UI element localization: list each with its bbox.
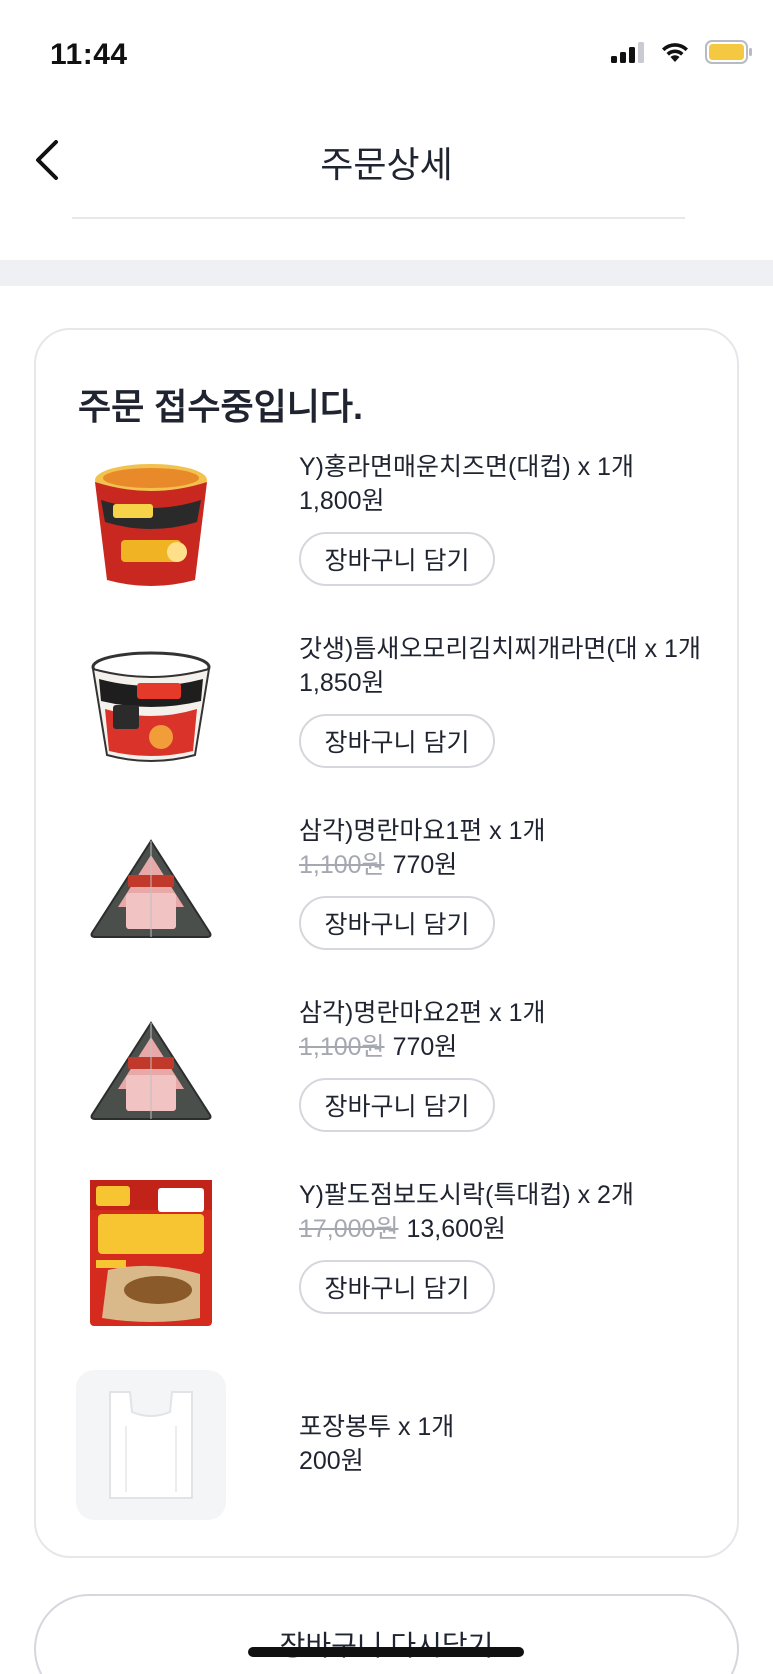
item-info: 삼각)명란마요2편 x 1개 1,100원 770원 장바구니 담기 (299, 996, 719, 1132)
item-original-price: 1,100원 (299, 1033, 385, 1061)
item-price-row: 1,800원 (299, 484, 719, 518)
product-image-triangle-kimbap (76, 996, 226, 1146)
item-original-price: 17,000원 (299, 1215, 399, 1243)
item-price: 200원 (299, 1447, 364, 1475)
item-name: 삼각)명란마요2편 x 1개 (299, 999, 546, 1027)
item-price: 1,850원 (299, 669, 385, 697)
product-image-kimchi-ramen (76, 632, 226, 782)
order-item: 삼각)명란마요1편 x 1개 1,100원 770원 장바구니 담기 (76, 814, 716, 974)
item-price: 770원 (392, 851, 458, 879)
order-item: 삼각)명란마요2편 x 1개 1,100원 770원 장바구니 담기 (76, 996, 716, 1156)
order-card: 주문 접수중입니다. Y)홍라면매운치즈면(대컵) x 1개 1,800원 장바… (34, 328, 739, 1558)
item-price-row: 200원 (299, 1444, 719, 1478)
order-item: 포장봉투 x 1개 200원 (76, 1370, 716, 1530)
item-name: Y)팔도점보도시락(특대컵) x 2개 (299, 1181, 634, 1209)
recart-button[interactable]: 장바구니 다시담기 (34, 1594, 739, 1674)
item-info: Y)팔도점보도시락(특대컵) x 2개 17,000원 13,600원 장바구니 … (299, 1178, 719, 1314)
item-price: 770원 (392, 1033, 458, 1061)
item-info: 포장봉투 x 1개 200원 (299, 1410, 719, 1478)
product-image-triangle-kimbap (76, 814, 226, 964)
page-title: 주문상세 (320, 144, 453, 185)
item-info: Y)홍라면매운치즈면(대컵) x 1개 1,800원 장바구니 담기 (299, 450, 719, 586)
cellular-signal-icon (611, 42, 644, 63)
status-bar: 11:44 (0, 0, 773, 100)
item-price: 1,800원 (299, 487, 385, 515)
item-price-row: 1,100원 770원 (299, 848, 719, 882)
battery-icon (705, 40, 752, 64)
wifi-icon (662, 43, 688, 62)
item-price-row: 17,000원 13,600원 (299, 1212, 719, 1246)
add-to-cart-button[interactable]: 장바구니 담기 (299, 1078, 495, 1132)
order-item: Y)팔도점보도시락(특대컵) x 2개 17,000원 13,600원 장바구니 … (76, 1178, 716, 1338)
header-divider (72, 217, 685, 219)
item-info: 삼각)명란마요1편 x 1개 1,100원 770원 장바구니 담기 (299, 814, 719, 950)
item-original-price: 1,100원 (299, 851, 385, 879)
item-info: 갓생)틈새오모리김치찌개라면(대 x 1개 1,850원 장바구니 담기 (299, 632, 719, 768)
add-to-cart-button[interactable]: 장바구니 담기 (299, 532, 495, 586)
item-price-row: 1,850원 (299, 666, 719, 700)
product-image-plastic-bag (76, 1370, 226, 1520)
product-image-jumbo-dosirak (76, 1178, 226, 1328)
order-item: Y)홍라면매운치즈면(대컵) x 1개 1,800원 장바구니 담기 (76, 450, 716, 610)
item-name: 포장봉투 x 1개 (299, 1413, 455, 1441)
item-name: 삼각)명란마요1편 x 1개 (299, 817, 546, 845)
item-name: 갓생)틈새오모리김치찌개라면(대 x 1개 (299, 635, 701, 663)
add-to-cart-button[interactable]: 장바구니 담기 (299, 1260, 495, 1314)
item-price-row: 1,100원 770원 (299, 1030, 719, 1064)
product-image-spicy-cheese-ramen (76, 450, 226, 600)
add-to-cart-button[interactable]: 장바구니 담기 (299, 714, 495, 768)
item-price: 13,600원 (406, 1215, 506, 1243)
add-to-cart-button[interactable]: 장바구니 담기 (299, 896, 495, 950)
order-status-title: 주문 접수중입니다. (78, 386, 363, 427)
section-separator (0, 260, 773, 286)
order-item: 갓생)틈새오모리김치찌개라면(대 x 1개 1,850원 장바구니 담기 (76, 632, 716, 792)
header: 주문상세 (0, 110, 773, 220)
status-icons (611, 40, 753, 64)
item-name: Y)홍라면매운치즈면(대컵) x 1개 (299, 453, 634, 481)
status-time: 11:44 (50, 38, 128, 71)
home-indicator (248, 1647, 524, 1657)
